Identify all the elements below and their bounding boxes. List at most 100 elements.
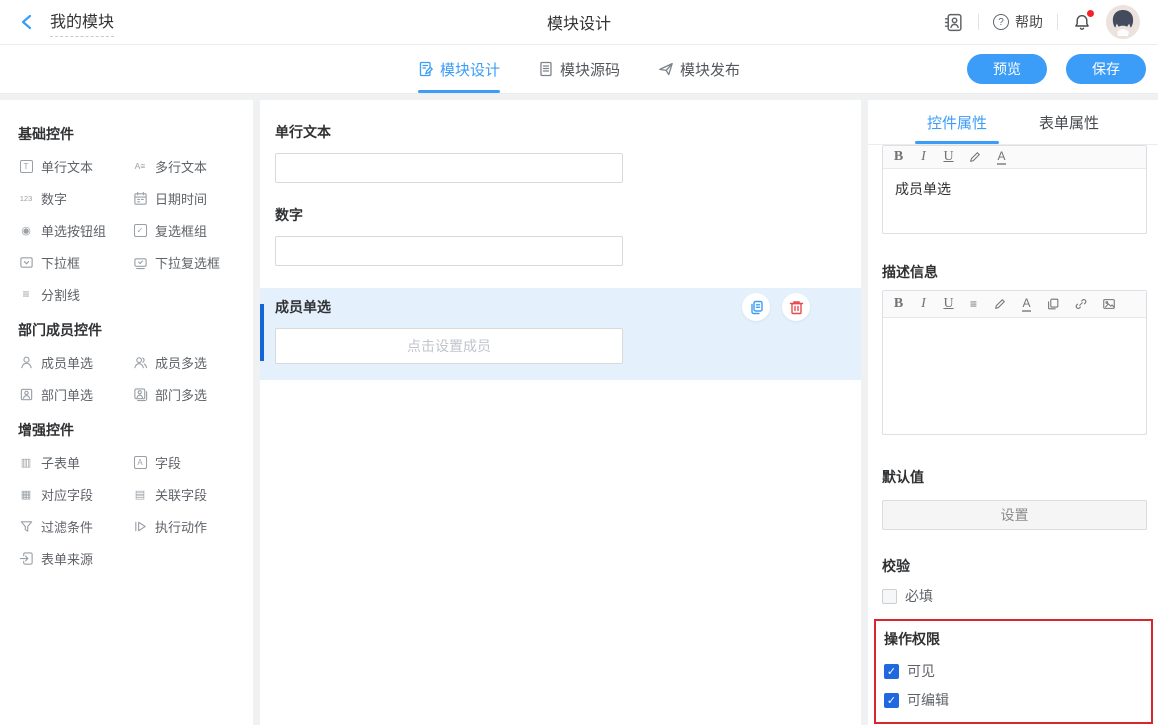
sidebar-item-label: 单选按钮组 <box>41 221 106 240</box>
notification-bell-icon[interactable] <box>1072 12 1092 33</box>
sidebar-item-member-single[interactable]: 成员单选 <box>18 346 132 378</box>
toolbar-pencil-icon[interactable] <box>993 297 1007 311</box>
sidebar-item-multi-line-text[interactable]: A≡ 多行文本 <box>132 150 242 182</box>
sidebar-item-dropdown[interactable]: 下拉框 <box>18 246 132 278</box>
sidebar-item-divider[interactable]: ≡ 分割线 <box>18 278 132 310</box>
checked-checkbox[interactable]: ✓ <box>884 664 899 679</box>
contacts-icon[interactable] <box>943 12 964 33</box>
tab-module-design[interactable]: 模块设计 <box>418 45 500 93</box>
module-name[interactable]: 我的模块 <box>50 8 114 37</box>
toolbar-font-icon[interactable]: A <box>1021 297 1032 312</box>
single-line-text-input[interactable] <box>275 153 623 183</box>
sidebar-item-filter-condition[interactable]: 过滤条件 <box>18 510 132 542</box>
single-line-text-icon: T <box>18 158 34 174</box>
sidebar-item-label: 分割线 <box>41 285 80 304</box>
checkbox-row: ✓ 必填 <box>882 587 1147 605</box>
module-tab-bar: 模块设计 模块源码 模块发布 预览 保存 <box>0 45 1158 94</box>
top-nav: 我的模块 模块设计 ? 帮助 <box>0 0 1158 45</box>
checked-checkbox[interactable]: ✓ <box>884 693 899 708</box>
sidebar-item-label: 日期时间 <box>155 189 207 208</box>
toolbar-italic-icon[interactable]: I <box>918 149 929 165</box>
description-editor-content[interactable] <box>883 318 1146 434</box>
permissions-annotation-box: 操作权限 ✓可见✓可编辑 <box>874 619 1153 724</box>
sidebar-item-member-multi[interactable]: 成员多选 <box>132 346 242 378</box>
canvas-field-single-line-text[interactable]: 单行文本 <box>260 122 861 183</box>
divider <box>1057 14 1058 30</box>
tab-widget-properties[interactable]: 控件属性 <box>927 100 987 144</box>
sidebar-item-label: 成员单选 <box>41 353 93 372</box>
member-picker-input[interactable] <box>275 328 623 364</box>
checkbox-label: 可编辑 <box>907 690 949 710</box>
duplicate-field-button[interactable] <box>742 293 770 321</box>
canvas-field-member-single-selected[interactable]: 成员单选 <box>260 288 861 380</box>
dept-icon <box>18 386 34 402</box>
toolbar-link-icon[interactable] <box>1074 297 1088 311</box>
number-icon: 123 <box>18 190 34 206</box>
divider <box>978 14 979 30</box>
filter-icon <box>18 518 34 534</box>
publish-plane-icon <box>658 61 674 77</box>
sidebar-item-single-line-text[interactable]: T单行文本 <box>18 150 132 182</box>
sidebar-item-dept-multi[interactable]: 部门多选 <box>132 378 242 410</box>
tab-module-source[interactable]: 模块源码 <box>538 45 620 93</box>
question-circle-icon: ? <box>993 14 1009 30</box>
sidebar-item-checkbox-group[interactable]: ✓复选框组 <box>132 214 242 246</box>
toolbar-bold-icon[interactable]: B <box>893 149 904 165</box>
divider-icon: ≡ <box>18 286 34 302</box>
help-button[interactable]: ? 帮助 <box>993 12 1043 32</box>
toolbar-font-icon[interactable]: A <box>996 150 1007 165</box>
sidebar-item-label: 字段 <box>155 453 181 472</box>
sidebar-item-field[interactable]: A字段 <box>132 446 242 478</box>
sidebar-item-label: 关联字段 <box>155 485 207 504</box>
title-editor-content[interactable]: 成员单选 <box>883 169 1146 233</box>
tab-module-publish[interactable]: 模块发布 <box>658 45 740 93</box>
delete-field-button[interactable] <box>782 293 810 321</box>
canvas-field-number[interactable]: 数字 <box>260 205 861 266</box>
checkbox-label: 必填 <box>905 586 933 606</box>
sidebar-item-dropdown-multi[interactable]: 下拉复选框 <box>132 246 242 278</box>
sidebar-item-number[interactable]: 123 数字 <box>18 182 132 214</box>
set-default-button[interactable]: 设置 <box>882 500 1147 530</box>
sidebar-item-form-source[interactable]: 表单来源 <box>18 542 132 574</box>
toolbar-image-icon[interactable] <box>1102 297 1116 311</box>
help-label: 帮助 <box>1015 12 1043 32</box>
dept-multi-icon <box>132 386 148 402</box>
toolbar-align-icon[interactable]: ≡ <box>968 296 979 312</box>
user-avatar[interactable] <box>1106 5 1140 39</box>
permissions-options: ✓ 可见 ✓ 可编辑 <box>884 662 1143 709</box>
multi-line-text-icon: A≡ <box>132 158 148 174</box>
sidebar-item-datetime[interactable]: 日期时间 <box>132 182 242 214</box>
copy-icon <box>748 299 765 316</box>
back-button[interactable] <box>18 12 36 32</box>
play-icon <box>132 518 148 534</box>
sidebar-item-subform[interactable]: ▥子表单 <box>18 446 132 478</box>
sidebar-item-radio-group[interactable]: ◉单选按钮组 <box>18 214 132 246</box>
description-rich-editor[interactable]: BIU ≡ A <box>882 290 1147 435</box>
preview-button[interactable]: 预览 <box>967 54 1047 84</box>
toolbar-underline-icon[interactable]: U <box>943 149 954 165</box>
sidebar-item-label: 数字 <box>41 189 67 208</box>
toolbar-pencil-icon[interactable] <box>968 150 982 164</box>
form-canvas[interactable]: 单行文本 数字 成员单选 <box>260 100 861 725</box>
title-rich-editor[interactable]: BIU A 成员单选 <box>882 145 1147 234</box>
toolbar-underline-icon[interactable]: U <box>943 296 954 312</box>
checkbox-icon: ✓ <box>132 222 148 238</box>
number-input[interactable] <box>275 236 623 266</box>
checkbox-label: 可见 <box>907 661 935 681</box>
sidebar-item-label: 多行文本 <box>155 157 207 176</box>
sidebar-item-mapping-field[interactable]: ▦对应字段 <box>18 478 132 510</box>
save-button[interactable]: 保存 <box>1066 54 1146 84</box>
toolbar-bold-icon[interactable]: B <box>893 296 904 312</box>
trash-icon <box>788 299 805 316</box>
sidebar-item-label: 对应字段 <box>41 485 93 504</box>
sidebar-item-related-field[interactable]: ▤关联字段 <box>132 478 242 510</box>
toolbar-copy-icon[interactable] <box>1046 297 1060 311</box>
sidebar-item-label: 执行动作 <box>155 517 207 536</box>
tab-form-properties[interactable]: 表单属性 <box>1039 100 1099 144</box>
description-label: 描述信息 <box>882 262 1147 282</box>
sidebar-item-execute-action[interactable]: 执行动作 <box>132 510 242 542</box>
unchecked-checkbox[interactable]: ✓ <box>882 589 897 604</box>
notification-dot <box>1087 10 1094 17</box>
sidebar-item-dept-single[interactable]: 部门单选 <box>18 378 132 410</box>
toolbar-italic-icon[interactable]: I <box>918 296 929 312</box>
